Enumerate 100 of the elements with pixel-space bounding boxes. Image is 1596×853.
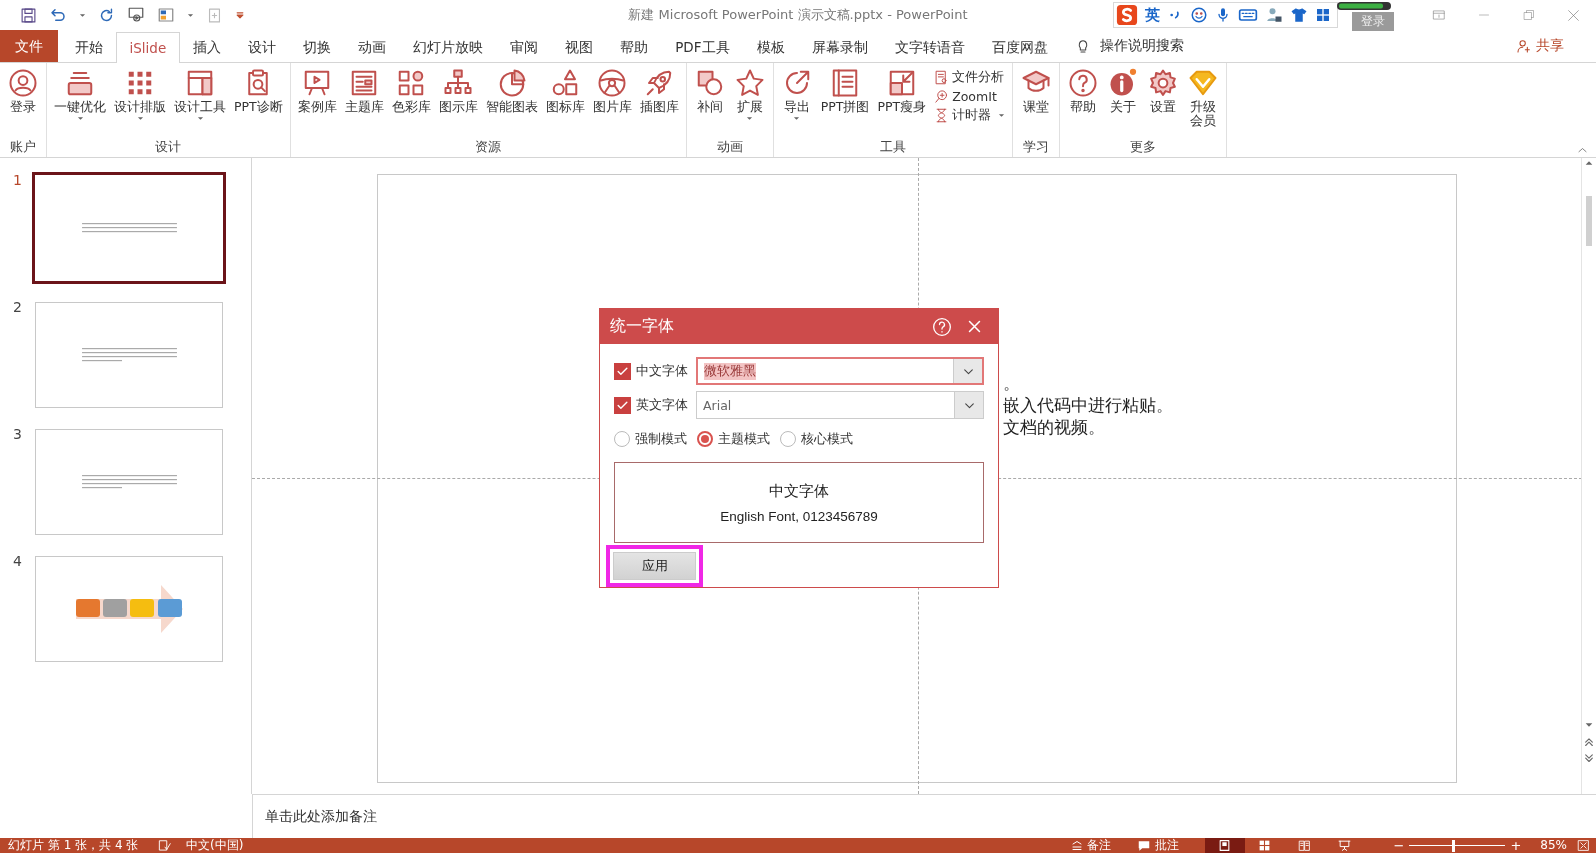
group-label: 学习 bbox=[1022, 139, 1051, 156]
ribbon-tab[interactable]: 百度网盘 bbox=[978, 32, 1061, 62]
zoom-out-button[interactable]: − bbox=[1388, 838, 1410, 853]
scroll-thumb[interactable] bbox=[1586, 196, 1592, 246]
ribbon-button[interactable]: 补间 bbox=[689, 68, 730, 114]
slide-thumbnail[interactable] bbox=[32, 172, 226, 284]
ribbon-button[interactable]: 设置 bbox=[1143, 68, 1184, 114]
input-method-logo-icon bbox=[1116, 4, 1138, 26]
ribbon-button[interactable]: 图标库 bbox=[541, 68, 589, 114]
redo-icon bbox=[98, 6, 115, 24]
ribbon-button[interactable]: 文件分析 bbox=[932, 68, 1008, 87]
ribbon-button[interactable]: 课堂 bbox=[1016, 68, 1057, 114]
preview-chinese-text: 中文字体 bbox=[769, 481, 829, 501]
ribbon-button[interactable]: 帮助 bbox=[1063, 68, 1104, 114]
diamond-icon bbox=[1188, 68, 1219, 98]
ribbon-button[interactable]: PPT瘦身 bbox=[873, 68, 931, 114]
ribbon-tab[interactable]: 动画 bbox=[344, 32, 400, 62]
notes-button[interactable]: 备注 bbox=[1070, 838, 1111, 853]
ribbon-tab[interactable]: PDF工具 bbox=[661, 32, 743, 62]
ribbon-button[interactable]: 扩展 bbox=[729, 68, 770, 121]
group-label: 工具 bbox=[878, 139, 907, 156]
slide-number: 3 bbox=[12, 426, 23, 442]
caret-icon bbox=[187, 12, 194, 18]
ribbon-button[interactable]: 一键优化 bbox=[50, 68, 110, 121]
ribbon-tab[interactable]: 开始 bbox=[61, 32, 116, 62]
layout-icon bbox=[185, 68, 215, 98]
ribbon-button[interactable]: 关于 bbox=[1103, 68, 1144, 114]
ribbon-button[interactable]: 导出 bbox=[776, 68, 817, 121]
ribbon-button[interactable]: 升级会员 bbox=[1183, 68, 1224, 128]
ribbon-button[interactable]: 图片库 bbox=[588, 68, 636, 114]
ribbon-tab[interactable]: 插入 bbox=[179, 32, 235, 62]
microphone-icon bbox=[1215, 7, 1231, 23]
slideshow-icon bbox=[127, 6, 145, 24]
ribbon-tab[interactable]: 文字转语音 bbox=[881, 32, 978, 62]
file-tab[interactable]: 文件 bbox=[0, 30, 58, 62]
share-button[interactable]: 共享 bbox=[1510, 30, 1570, 62]
zoom-in-button[interactable]: + bbox=[1505, 838, 1527, 853]
ribbon-tab[interactable]: 幻灯片放映 bbox=[399, 32, 497, 62]
smiley-icon bbox=[1190, 6, 1208, 24]
ribbon-tab[interactable]: 审阅 bbox=[496, 32, 552, 62]
wheel-icon bbox=[597, 68, 628, 98]
layout-icon bbox=[157, 6, 175, 24]
ribbon-button[interactable]: 计时器 bbox=[932, 106, 1008, 125]
comment-icon bbox=[1136, 838, 1151, 853]
user-circle-icon bbox=[8, 68, 38, 98]
ribbon-button[interactable]: PPT拼图 bbox=[816, 68, 874, 114]
ribbon-button[interactable]: ZoomIt bbox=[932, 88, 1008, 105]
ribbon-button[interactable]: 设计排版 bbox=[110, 68, 170, 121]
slideshow-view-icon bbox=[1338, 839, 1351, 852]
checkbox[interactable] bbox=[614, 396, 631, 414]
ribbon-button[interactable]: 图示库 bbox=[434, 68, 482, 114]
tell-me-text: 操作说明搜索 bbox=[1100, 37, 1184, 55]
font-select[interactable]: 微软雅黑 bbox=[696, 357, 984, 385]
save-icon bbox=[20, 6, 37, 24]
person-add-icon bbox=[1516, 38, 1532, 54]
comments-button[interactable]: 批注 bbox=[1136, 838, 1179, 853]
ribbon-button[interactable]: 案例库 bbox=[293, 68, 341, 114]
notes-prompt[interactable]: 单击此处添加备注 bbox=[265, 807, 377, 826]
slide-text-line: 。 bbox=[1003, 373, 1021, 395]
view-button[interactable] bbox=[1204, 838, 1245, 853]
zoom-level[interactable]: 85% bbox=[1540, 838, 1567, 853]
notes-icon bbox=[1070, 839, 1083, 852]
loading-bar-icon bbox=[1336, 1, 1392, 11]
checkbox[interactable] bbox=[614, 362, 631, 380]
help-icon bbox=[1068, 68, 1099, 98]
tell-me-search[interactable]: 操作说明搜索 bbox=[1075, 30, 1184, 62]
ribbon-tab[interactable]: 设计 bbox=[234, 32, 290, 62]
ribbon-button[interactable]: 设计工具 bbox=[170, 68, 230, 121]
reading-view-icon bbox=[1298, 839, 1311, 852]
ribbon-tab[interactable]: 视图 bbox=[551, 32, 607, 62]
undo-icon bbox=[49, 6, 67, 24]
ribbon-tab[interactable]: 屏幕录制 bbox=[798, 32, 881, 62]
checkbox-label: 中文字体 bbox=[636, 362, 689, 380]
normal-view-icon bbox=[1218, 839, 1231, 852]
radio-button[interactable] bbox=[697, 431, 713, 447]
ribbon-button[interactable]: 主题库 bbox=[340, 68, 388, 114]
help-icon bbox=[932, 316, 952, 337]
font-select[interactable]: Arial bbox=[696, 391, 984, 419]
input-mode-label[interactable]: 英 bbox=[1145, 5, 1160, 25]
ribbon-button[interactable]: PPT诊断 bbox=[230, 68, 287, 114]
ribbon-button[interactable]: 登录 bbox=[3, 68, 43, 114]
slide-text-line: 文档的视频。 bbox=[1003, 417, 1106, 439]
dialog-title: 统一字体 bbox=[610, 316, 675, 337]
language-indicator[interactable]: 中文(中国) bbox=[186, 838, 244, 853]
collapse-ribbon-icon bbox=[1577, 145, 1588, 153]
ribbon-tab[interactable]: 帮助 bbox=[606, 32, 662, 62]
preview-english-text: English Font, 0123456789 bbox=[720, 508, 878, 524]
ribbon-button[interactable]: 色彩库 bbox=[387, 68, 435, 114]
shirt-icon bbox=[1290, 6, 1308, 24]
apply-button[interactable]: 应用 bbox=[613, 552, 696, 580]
ribbon-tab[interactable]: iSlide bbox=[116, 32, 180, 63]
ribbon-button[interactable]: 智能图表 bbox=[481, 68, 542, 114]
restore-icon bbox=[1522, 9, 1535, 21]
checkbox-label: 英文字体 bbox=[636, 396, 689, 414]
ribbon-button[interactable]: 插图库 bbox=[635, 68, 683, 114]
ribbon-tab[interactable]: 模板 bbox=[743, 32, 798, 62]
radio-label: 核心模式 bbox=[801, 430, 853, 448]
zoom-slider-thumb[interactable] bbox=[1451, 839, 1455, 852]
ribbon-tab[interactable]: 切换 bbox=[289, 32, 345, 62]
group-label: 设计 bbox=[154, 139, 183, 156]
